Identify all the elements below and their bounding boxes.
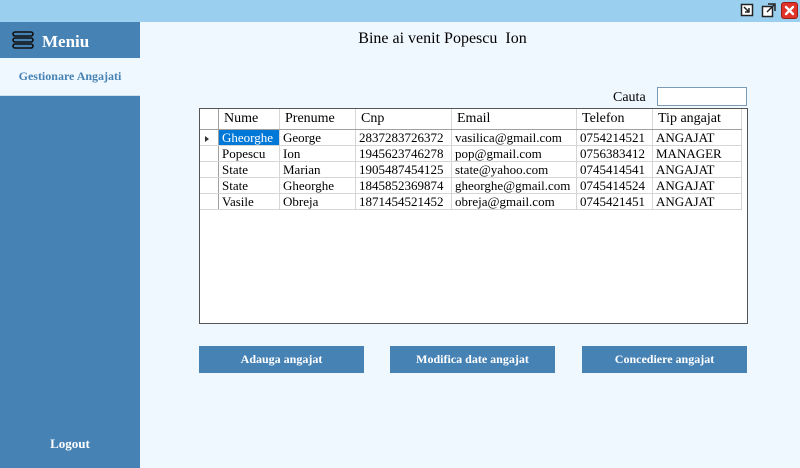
column-header-email[interactable]: Email	[451, 109, 577, 130]
search-input[interactable]	[657, 87, 747, 106]
search-label: Cauta	[613, 90, 646, 105]
table-row[interactable]: Vasile Obreja 1871454521452 obreja@gmail…	[200, 193, 742, 210]
table-cell[interactable]: Obreja	[279, 193, 356, 210]
table-cell[interactable]: Ion	[279, 145, 356, 162]
table-cell[interactable]: gheorghe@gmail.com	[451, 177, 577, 194]
table-cell[interactable]: pop@gmail.com	[451, 145, 577, 162]
row-pointer-icon	[205, 135, 209, 142]
column-header-nume[interactable]: Nume	[218, 109, 280, 130]
hamburger-icon[interactable]	[12, 30, 34, 54]
table-cell[interactable]: Vasile	[218, 193, 280, 210]
table-cell[interactable]: MANAGER	[652, 145, 742, 162]
table-cell[interactable]: State	[218, 177, 280, 194]
table-cell[interactable]: ANGAJAT	[652, 177, 742, 194]
table-cell[interactable]: ANGAJAT	[652, 129, 742, 146]
column-header-tip-angajat[interactable]: Tip angajat	[652, 109, 742, 130]
table-cell[interactable]: 0745414541	[576, 161, 653, 178]
table-cell[interactable]: 0754214521	[576, 129, 653, 146]
table-cell[interactable]: 1905487454125	[355, 161, 452, 178]
table-cell[interactable]: 0745414524	[576, 177, 653, 194]
edit-employee-button[interactable]: Modifica date angajat	[390, 346, 555, 373]
fire-employee-button[interactable]: Concediere angajat	[582, 346, 747, 373]
window-controls	[739, 2, 798, 19]
table-cell[interactable]: Gheorghe	[279, 177, 356, 194]
table-cell[interactable]: Popescu	[218, 145, 280, 162]
table-cell[interactable]: State	[218, 161, 280, 178]
column-header-prenume[interactable]: Prenume	[279, 109, 356, 130]
row-selector[interactable]	[200, 177, 219, 194]
column-header-telefon[interactable]: Telefon	[576, 109, 653, 130]
menu-title: Meniu	[42, 32, 90, 51]
row-selector[interactable]	[200, 129, 219, 146]
table-cell[interactable]: vasilica@gmail.com	[451, 129, 577, 146]
table-cell[interactable]: obreja@gmail.com	[451, 193, 577, 210]
table-header-row: Nume Prenume Cnp Email Telefon Tip angaj…	[200, 109, 742, 130]
add-employee-button[interactable]: Adauga angajat	[199, 346, 364, 373]
table-cell[interactable]: state@yahoo.com	[451, 161, 577, 178]
sidebar-item-gestionare-angajati[interactable]: Gestionare Angajati	[0, 58, 140, 96]
menu-header[interactable]: Meniu	[12, 30, 89, 54]
table-cell[interactable]: 1845852369874	[355, 177, 452, 194]
table-row[interactable]: State Marian 1905487454125 state@yahoo.c…	[200, 161, 742, 178]
maximize-icon[interactable]	[760, 2, 777, 19]
table-cell[interactable]: 0756383412	[576, 145, 653, 162]
sidebar: Meniu Gestionare Angajati Logout	[0, 22, 140, 468]
row-selector[interactable]	[200, 161, 219, 178]
page-title: Bine ai venit Popescu Ion	[358, 30, 527, 47]
table-cell[interactable]: 2837283726372	[355, 129, 452, 146]
row-header-corner	[200, 109, 219, 130]
table-row[interactable]: Popescu Ion 1945623746278 pop@gmail.com …	[200, 145, 742, 162]
row-selector[interactable]	[200, 145, 219, 162]
logout-button[interactable]: Logout	[0, 436, 140, 452]
employees-table: Nume Prenume Cnp Email Telefon Tip angaj…	[200, 109, 742, 210]
table-cell[interactable]: Gheorghe	[218, 129, 280, 146]
close-icon[interactable]	[781, 2, 798, 19]
row-selector[interactable]	[200, 193, 219, 210]
table-cell[interactable]: 1871454521452	[355, 193, 452, 210]
table-cell[interactable]: Marian	[279, 161, 356, 178]
sidebar-item-label: Gestionare Angajati	[18, 69, 122, 83]
column-header-cnp[interactable]: Cnp	[355, 109, 452, 130]
table-cell[interactable]: ANGAJAT	[652, 161, 742, 178]
employees-grid[interactable]: Nume Prenume Cnp Email Telefon Tip angaj…	[199, 108, 748, 324]
table-cell[interactable]: 0745421451	[576, 193, 653, 210]
table-row[interactable]: Gheorghe George 2837283726372 vasilica@g…	[200, 129, 742, 146]
table-row[interactable]: State Gheorghe 1845852369874 gheorghe@gm…	[200, 177, 742, 194]
table-cell[interactable]: 1945623746278	[355, 145, 452, 162]
minimize-icon[interactable]	[739, 2, 756, 19]
table-cell[interactable]: George	[279, 129, 356, 146]
table-cell[interactable]: ANGAJAT	[652, 193, 742, 210]
title-bar	[0, 0, 800, 22]
